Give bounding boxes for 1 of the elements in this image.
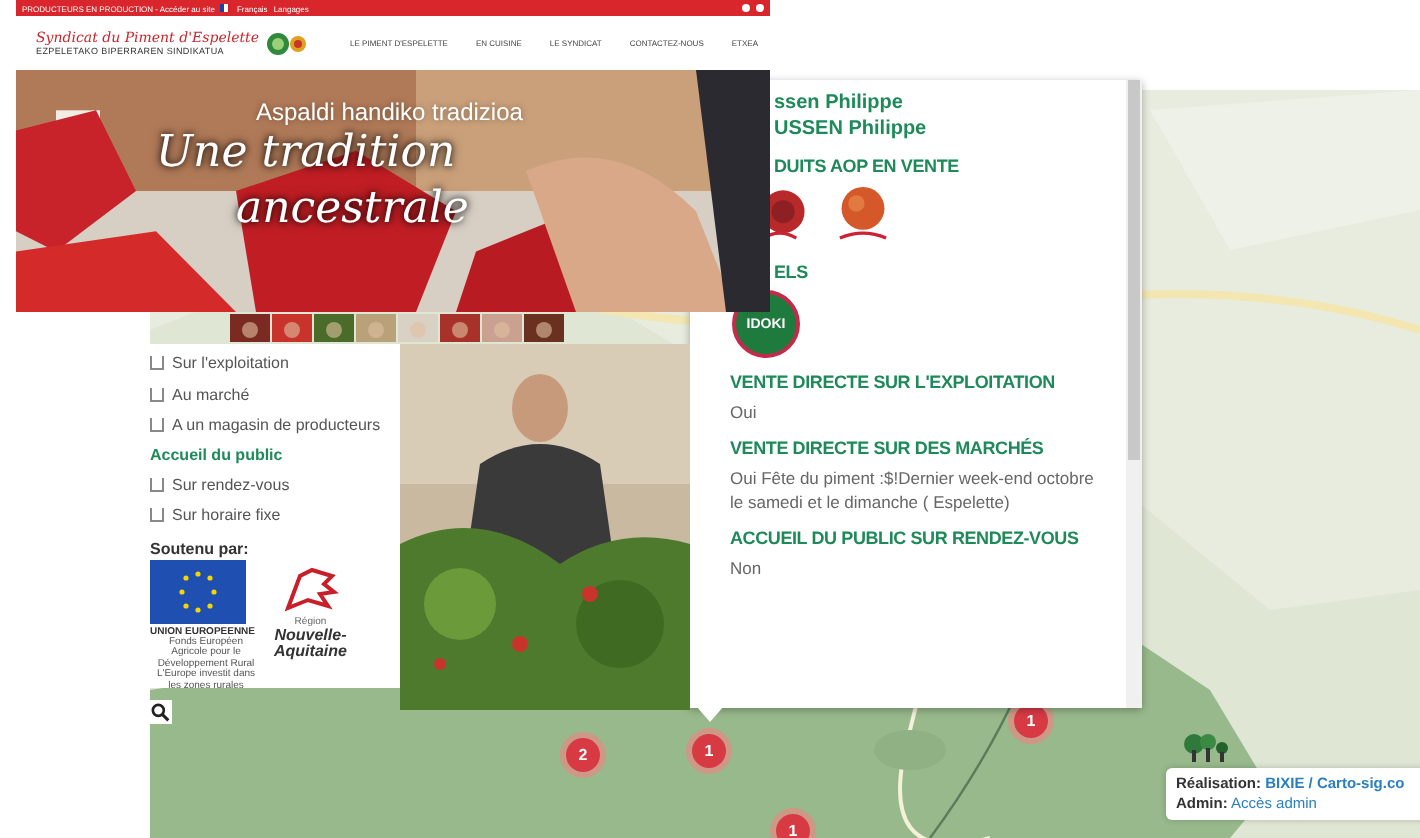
seal-icon <box>266 31 311 55</box>
